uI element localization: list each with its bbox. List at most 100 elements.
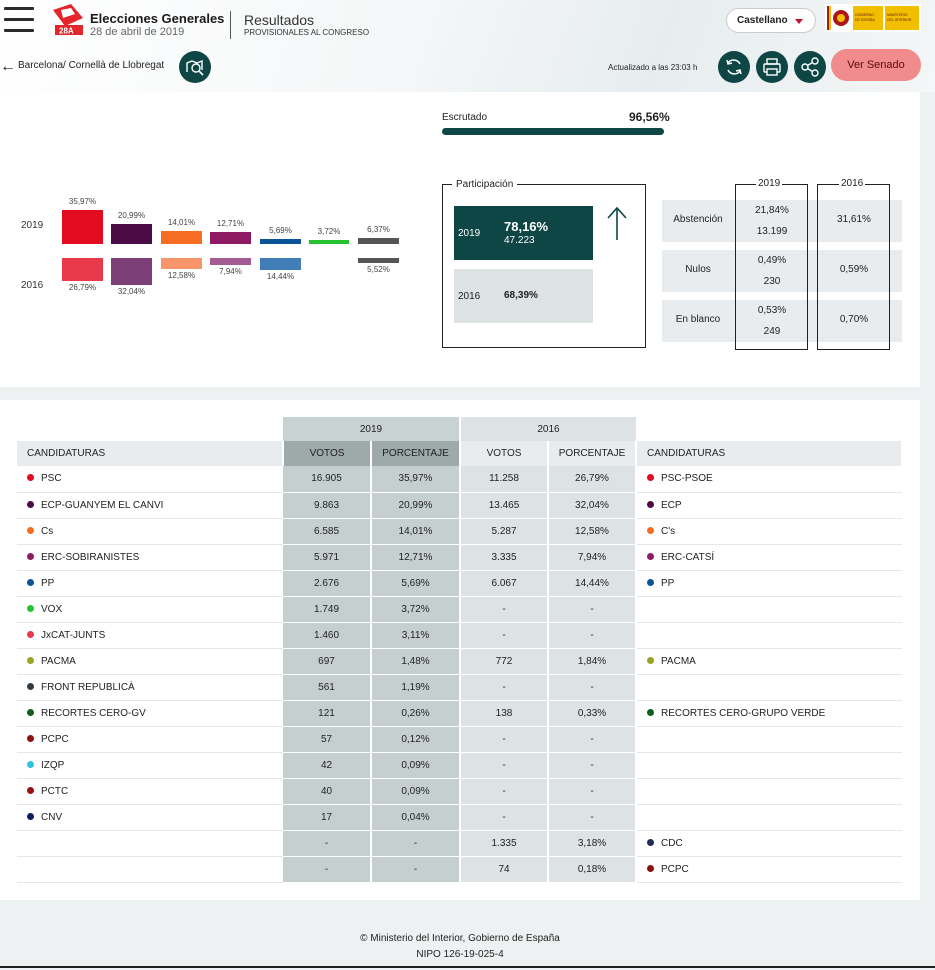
- party-2016-cell: PCPC: [636, 856, 902, 883]
- bar-2019: [111, 224, 152, 244]
- party-2016-cell: [636, 804, 902, 831]
- party-2019-name: PCPC: [41, 733, 69, 745]
- party-2019-cell: VOX: [17, 596, 283, 623]
- pct-2019-cell: 3,11%: [371, 622, 461, 649]
- table-row: CNV 17 0,04% - -: [17, 804, 902, 831]
- bar-2019: [62, 210, 103, 244]
- bar-2019: [309, 240, 349, 244]
- party-2019-cell: ECP-GUANYEM EL CANVI: [17, 492, 283, 519]
- party-color-dot: [647, 656, 654, 664]
- results-subtitle: PROVISIONALES AL CONGRESO: [244, 28, 370, 37]
- pct-2019-cell: 35,97%: [371, 466, 461, 493]
- results-card: 2019 2016 CANDIDATURAS VOTOS PORCENTAJE …: [0, 400, 920, 900]
- votes-2016-cell: -: [460, 726, 549, 753]
- votes-2016-cell: 11.258: [460, 466, 549, 493]
- participation-label: Participación: [452, 179, 518, 190]
- pct-2019-cell: 5,69%: [371, 570, 461, 597]
- bar-2016: [210, 258, 251, 265]
- votes-2016-cell: -: [460, 752, 549, 779]
- party-color-dot: [27, 682, 34, 690]
- party-color-dot: [647, 838, 654, 846]
- menu-icon[interactable]: [4, 7, 34, 37]
- participation-2019: 2019 78,16% 47.223: [454, 206, 593, 260]
- print-button[interactable]: [756, 51, 788, 83]
- pct-2019-cell: 0,09%: [371, 752, 461, 779]
- party-2016-name: PCPC: [661, 863, 689, 875]
- party-2019-cell: Cs: [17, 518, 283, 545]
- refresh-button[interactable]: [718, 51, 750, 83]
- votes-2016-cell: 13.465: [460, 492, 549, 519]
- party-2016-cell: [636, 778, 902, 805]
- party-color-dot: [27, 734, 34, 742]
- arrow-up-icon: [607, 206, 627, 240]
- candidaturas-2016-header: CANDIDATURAS: [636, 441, 903, 466]
- votes-2019-cell: -: [283, 830, 372, 857]
- party-2019-name: RECORTES CERO-GV: [41, 707, 146, 719]
- share-button[interactable]: [794, 51, 826, 83]
- pct-2019-cell: 0,26%: [371, 700, 461, 727]
- share-icon: [801, 57, 819, 77]
- pct-2016-cell: 12,58%: [548, 518, 637, 545]
- votes-2019-cell: 2.676: [283, 570, 372, 597]
- bar-label-2019: 35,97%: [68, 197, 97, 206]
- bar-label-2016: 7,94%: [219, 266, 242, 276]
- party-color-dot: [27, 526, 34, 534]
- bar-label-2016: 14,44%: [266, 272, 295, 282]
- pct-2019-cell: 0,09%: [371, 778, 461, 805]
- bar-label-2016: 32,04%: [117, 287, 146, 297]
- party-2016-name: ECP: [661, 499, 682, 511]
- svg-text:GOBIERNO: GOBIERNO: [855, 13, 874, 17]
- table-row: PP 2.676 5,69% 6.067 14,44% PP: [17, 570, 902, 597]
- logo-badge: 28A: [59, 27, 74, 36]
- party-2019-cell: RECORTES CERO-GV: [17, 700, 283, 727]
- pct-2016-cell: 7,94%: [548, 544, 637, 571]
- header: 28A Elecciones Generales 28 de abril de …: [0, 0, 935, 92]
- elecciones-logo[interactable]: 28A: [51, 4, 85, 36]
- pct-2016-cell: -: [548, 804, 637, 831]
- party-2019-name: ECP-GUANYEM EL CANVI: [41, 499, 164, 511]
- pct-2016-cell: -: [548, 622, 637, 649]
- bar-label-2016: 12,58%: [167, 270, 196, 280]
- party-2016-cell: [636, 674, 902, 701]
- pct-2019-cell: 0,12%: [371, 726, 461, 753]
- party-color-dot: [27, 708, 34, 716]
- svg-text:DE ESPAÑA: DE ESPAÑA: [855, 17, 875, 22]
- bar-2016: [358, 258, 399, 263]
- table-row: - -1.335 3,18% CDC: [17, 830, 902, 857]
- svg-text:MINISTERIO: MINISTERIO: [887, 13, 908, 17]
- pct-2016-cell: 32,04%: [548, 492, 637, 519]
- party-2016-cell: PP: [636, 570, 902, 597]
- party-2019-cell: PCPC: [17, 726, 283, 753]
- table-row: JxCAT-JUNTS 1.460 3,11% - -: [17, 622, 902, 649]
- participation-2019-votes: 47.223: [504, 235, 535, 246]
- votes-2016-cell: 3.335: [460, 544, 549, 571]
- col-2019-header: 2019: [756, 178, 783, 189]
- table-row: PACMA 697 1,48% 772 1,84% PACMA: [17, 648, 902, 675]
- party-color-dot: [27, 760, 34, 768]
- bar-label-2016: 5,52%: [367, 264, 390, 274]
- party-2019-name: PP: [41, 577, 55, 589]
- party-2019-cell: FRONT REPUBLICÀ: [17, 674, 283, 701]
- party-2019-cell: PCTC: [17, 778, 283, 805]
- porcentaje-2016-header: PORCENTAJE: [548, 441, 637, 466]
- party-2019-cell: [17, 830, 283, 857]
- ver-senado-button[interactable]: Ver Senado: [831, 49, 921, 81]
- votes-2019-cell: 121: [283, 700, 372, 727]
- votes-2019-cell: 17: [283, 804, 372, 831]
- election-date: 28 de abril de 2019: [90, 26, 185, 38]
- party-2019-cell: PP: [17, 570, 283, 597]
- results-title: Resultados: [244, 12, 315, 28]
- party-2019-cell: PACMA: [17, 648, 283, 675]
- language-select[interactable]: Castellano: [726, 8, 816, 33]
- updated-time: Actualizado a las 23:03 h: [608, 63, 698, 72]
- col-2016-frame: [817, 184, 890, 350]
- pct-2019-cell: 14,01%: [371, 518, 461, 545]
- party-2016-cell: RECORTES CERO-GRUPO VERDE: [636, 700, 902, 727]
- breadcrumb[interactable]: Barcelona/ Cornellà de Llobregat: [18, 60, 164, 71]
- back-arrow-icon[interactable]: ←: [0, 58, 16, 76]
- party-color-dot: [647, 578, 654, 586]
- votes-2019-cell: 1.749: [283, 596, 372, 623]
- table-row: Cs 6.585 14,01% 5.287 12,58% C's: [17, 518, 902, 545]
- location-search-button[interactable]: [179, 51, 211, 83]
- party-2016-cell: [636, 726, 902, 753]
